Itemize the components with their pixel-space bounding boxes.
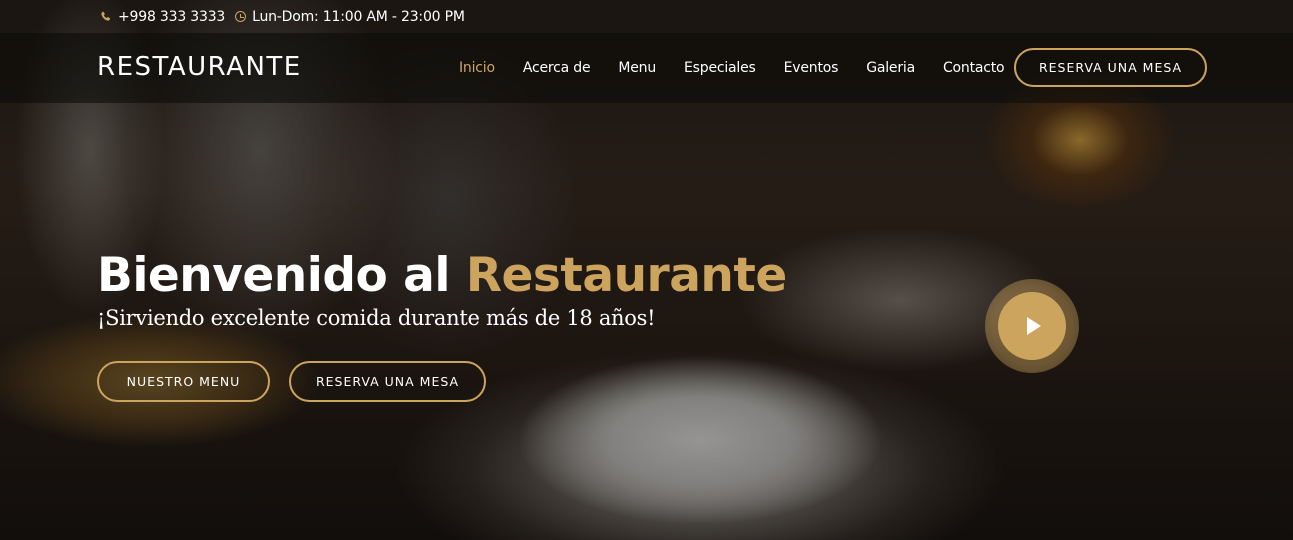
nav-item-galeria[interactable]: Galeria bbox=[866, 60, 915, 76]
nav-item-eventos[interactable]: Eventos bbox=[784, 60, 839, 76]
our-menu-button[interactable]: NUESTRO MENU bbox=[97, 361, 270, 402]
hero-subtitle: ¡Sirviendo excelente comida durante más … bbox=[97, 306, 656, 330]
nav-item-inicio[interactable]: Inicio bbox=[459, 60, 495, 76]
phone-number: +998 333 3333 bbox=[118, 8, 226, 25]
main-header: RESTAURANTE Inicio Acerca de Menu Especi… bbox=[0, 33, 1293, 103]
nav-item-contacto[interactable]: Contacto bbox=[943, 60, 1005, 76]
hero-title-main: Bienvenido al bbox=[97, 248, 466, 303]
site-logo[interactable]: RESTAURANTE bbox=[97, 52, 302, 82]
play-video-button[interactable] bbox=[985, 279, 1079, 373]
nav-item-especiales[interactable]: Especiales bbox=[684, 60, 756, 76]
top-info-bar: +998 333 3333 Lun-Dom: 11:00 AM - 23:00 … bbox=[0, 0, 1293, 33]
nav-item-menu[interactable]: Menu bbox=[618, 60, 656, 76]
reserve-table-button-header[interactable]: RESERVA UNA MESA bbox=[1014, 48, 1207, 87]
hero-title-accent: Restaurante bbox=[465, 248, 787, 303]
phone-icon bbox=[99, 11, 111, 23]
hero-title: Bienvenido al Restaurante bbox=[97, 248, 787, 303]
nav-item-acerca-de[interactable]: Acerca de bbox=[523, 60, 591, 76]
main-nav: Inicio Acerca de Menu Especiales Eventos… bbox=[459, 33, 1032, 103]
play-icon bbox=[1027, 317, 1041, 335]
play-button-inner bbox=[998, 292, 1066, 360]
opening-hours: Lun-Dom: 11:00 AM - 23:00 PM bbox=[235, 9, 465, 25]
reserve-table-button-hero[interactable]: RESERVA UNA MESA bbox=[289, 361, 486, 402]
hours-text: Lun-Dom: 11:00 AM - 23:00 PM bbox=[252, 8, 465, 25]
contact-phone: +998 333 3333 bbox=[99, 9, 225, 25]
clock-icon bbox=[235, 11, 247, 22]
